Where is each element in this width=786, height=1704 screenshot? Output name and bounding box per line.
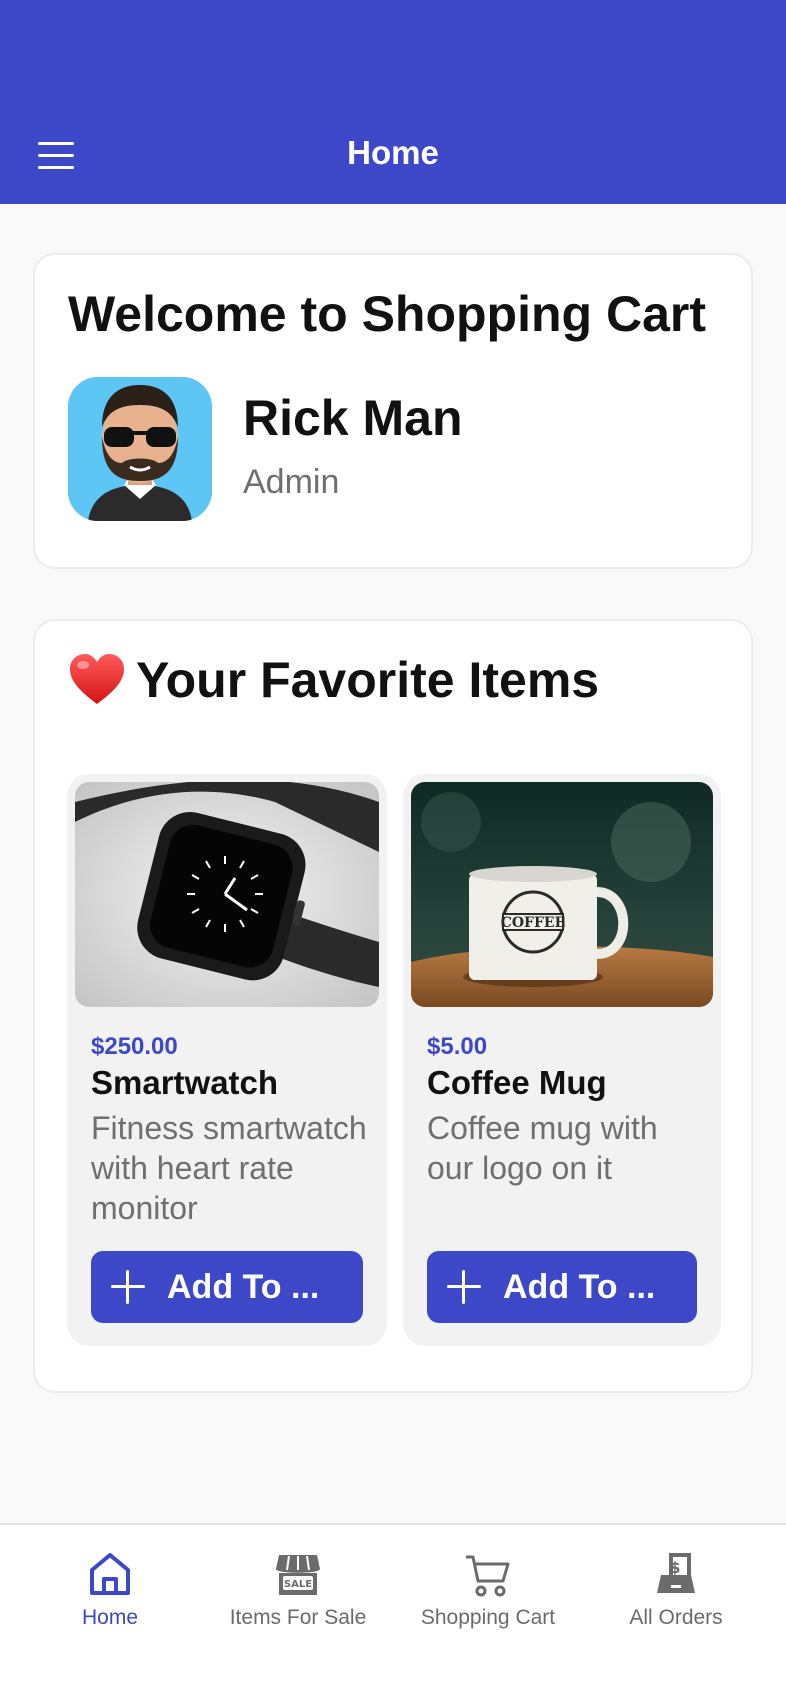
nav-label-home: Home: [81, 1606, 139, 1629]
cart-icon: [466, 1555, 510, 1597]
user-role: Admin: [243, 463, 340, 501]
svg-text:COFFEE: COFFEE: [501, 915, 566, 931]
product-card-coffee-mug[interactable]: COFFEE $5.00 Coffee Mug Coffee mug with …: [403, 774, 721, 1346]
nav-label-all-orders: All Orders: [629, 1606, 723, 1629]
nav-item-home[interactable]: Home: [12, 1525, 208, 1645]
product-name: Smartwatch: [91, 1064, 279, 1101]
app-bar: Home: [0, 0, 786, 204]
coffee-mug-image: COFFEE: [411, 782, 713, 1007]
favorites-card: Your Favorite Items $250.00 Smartwatch F…: [33, 619, 753, 1393]
sale-store-icon: SALE: [276, 1555, 320, 1595]
heart-icon: [70, 654, 124, 704]
page-title: Home: [347, 134, 439, 171]
product-description: Coffee mug with our logo on it: [427, 1110, 658, 1186]
product-card-smartwatch[interactable]: $250.00 Smartwatch Fitness smartwatch wi…: [67, 774, 387, 1346]
add-to-cart-button[interactable]: Add To ...: [427, 1251, 697, 1323]
add-to-cart-label: Add To ...: [503, 1267, 656, 1306]
plus-icon: [447, 1270, 481, 1304]
nav-item-shopping-cart[interactable]: Shopping Cart: [390, 1525, 586, 1645]
product-name: Coffee Mug: [427, 1064, 607, 1101]
product-price: $5.00: [427, 1033, 488, 1060]
svg-text:$: $: [669, 1558, 680, 1577]
orders-icon: $: [657, 1553, 695, 1593]
bottom-navigation: Home SALE Items For Sale Shopping Cart $…: [0, 1523, 786, 1704]
nav-label-items-for-sale: Items For Sale: [229, 1606, 367, 1629]
avatar: [68, 377, 212, 521]
plus-icon: [111, 1270, 145, 1304]
nav-item-items-for-sale[interactable]: SALE Items For Sale: [200, 1525, 396, 1645]
welcome-title: Welcome to Shopping Cart: [68, 286, 706, 342]
add-to-cart-label: Add To ...: [167, 1267, 320, 1306]
user-name: Rick Man: [243, 390, 463, 446]
product-description: Fitness smartwatch with heart rate monit…: [91, 1110, 367, 1226]
favorites-title: Your Favorite Items: [136, 652, 600, 708]
welcome-card: Welcome to Shopping Cart Rick Man Admin: [33, 253, 753, 569]
nav-label-shopping-cart: Shopping Cart: [420, 1606, 556, 1629]
add-to-cart-button[interactable]: Add To ...: [91, 1251, 363, 1323]
smartwatch-image: [75, 782, 379, 1007]
product-price: $250.00: [91, 1033, 178, 1060]
home-icon: [90, 1553, 130, 1595]
nav-item-all-orders[interactable]: $ All Orders: [578, 1525, 774, 1645]
svg-text:SALE: SALE: [284, 1579, 312, 1590]
favorites-heading: Your Favorite Items: [68, 651, 599, 709]
